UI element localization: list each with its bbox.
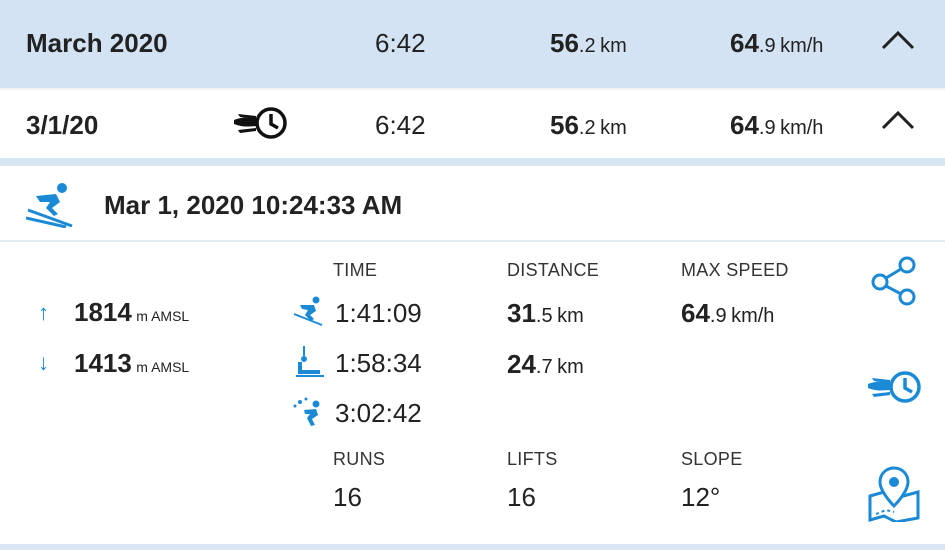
session-datetime: Mar 1, 2020 10:24:33 AM — [104, 190, 403, 220]
skiing-icon — [292, 296, 326, 326]
fast-clock-icon — [232, 104, 290, 142]
lift-distance-int: 24 — [507, 349, 536, 379]
month-time: 6:42 — [375, 28, 426, 58]
map-pin-icon[interactable] — [866, 466, 922, 522]
altitude-down-value: 1413 — [74, 348, 132, 378]
ski-time: 1:41:09 — [335, 298, 422, 328]
altitude-down-unit: m AMSL — [136, 359, 190, 375]
day-distance-int: 56 — [550, 110, 579, 140]
max-speed-header: MAX SPEED — [681, 260, 789, 280]
month-distance-int: 56 — [550, 28, 579, 58]
day-speed-int: 64 — [730, 110, 759, 140]
chevron-up-icon[interactable] — [880, 28, 916, 52]
day-distance: 56.2 km — [550, 110, 627, 141]
altitude-up-value: 1814 — [74, 297, 132, 327]
altitude-up-unit: m AMSL — [136, 308, 190, 324]
runs-value: 16 — [333, 482, 362, 512]
header-divider — [0, 240, 945, 242]
lift-time: 1:58:34 — [335, 348, 422, 378]
max-speed: 64.9 km/h — [681, 298, 774, 329]
runs-header: RUNS — [333, 449, 386, 469]
ski-distance-int: 31 — [507, 298, 536, 328]
slope-header: SLOPE — [681, 449, 743, 469]
day-summary-row[interactable]: 3/1/20 6:42 56.2 km 64.9 km/h — [0, 90, 945, 158]
max-speed-int: 64 — [681, 298, 710, 328]
ski-distance-unit: km — [557, 305, 584, 327]
lift-distance: 24.7 km — [507, 349, 584, 380]
ski-distance: 31.5 km — [507, 298, 584, 329]
month-speed-unit: km/h — [780, 35, 824, 57]
day-distance-dec: .2 — [578, 117, 596, 139]
month-label: March 2020 — [26, 28, 168, 58]
month-speed: 64.9 km/h — [730, 28, 823, 59]
fast-clock-icon[interactable] — [866, 368, 924, 406]
month-distance-dec: .2 — [578, 35, 596, 57]
lifts-header: LIFTS — [507, 449, 558, 469]
total-time-icon — [292, 396, 326, 428]
day-speed: 64.9 km/h — [730, 110, 823, 141]
chairlift-icon — [292, 346, 326, 378]
lift-distance-dec: .7 — [535, 356, 553, 378]
max-speed-unit: km/h — [731, 305, 775, 327]
share-icon[interactable] — [870, 256, 918, 306]
month-summary-row[interactable]: March 2020 6:42 56.2 km 64.9 km/h — [0, 0, 945, 88]
month-distance-unit: km — [600, 35, 627, 57]
slope-value: 12° — [681, 482, 721, 512]
day-distance-unit: km — [600, 117, 627, 139]
time-header: TIME — [333, 260, 378, 280]
day-speed-dec: .9 — [758, 117, 776, 139]
skier-icon — [26, 182, 76, 228]
day-time: 6:42 — [375, 110, 426, 140]
arrow-down-icon: ↓ — [38, 350, 49, 375]
altitude-up: 1814 m AMSL — [74, 297, 189, 328]
day-speed-unit: km/h — [780, 117, 824, 139]
max-speed-dec: .9 — [709, 305, 727, 327]
arrow-up-icon: ↑ — [38, 300, 49, 325]
month-speed-int: 64 — [730, 28, 759, 58]
section-divider — [0, 158, 945, 166]
altitude-down: 1413 m AMSL — [74, 348, 189, 379]
day-label: 3/1/20 — [26, 110, 99, 140]
chevron-up-icon[interactable] — [880, 108, 916, 132]
lift-distance-unit: km — [557, 356, 584, 378]
total-time: 3:02:42 — [335, 398, 422, 428]
bottom-divider — [0, 544, 945, 550]
lifts-value: 16 — [507, 482, 536, 512]
ski-distance-dec: .5 — [535, 305, 553, 327]
month-distance: 56.2 km — [550, 28, 627, 59]
distance-header: DISTANCE — [507, 260, 600, 280]
month-speed-dec: .9 — [758, 35, 776, 57]
